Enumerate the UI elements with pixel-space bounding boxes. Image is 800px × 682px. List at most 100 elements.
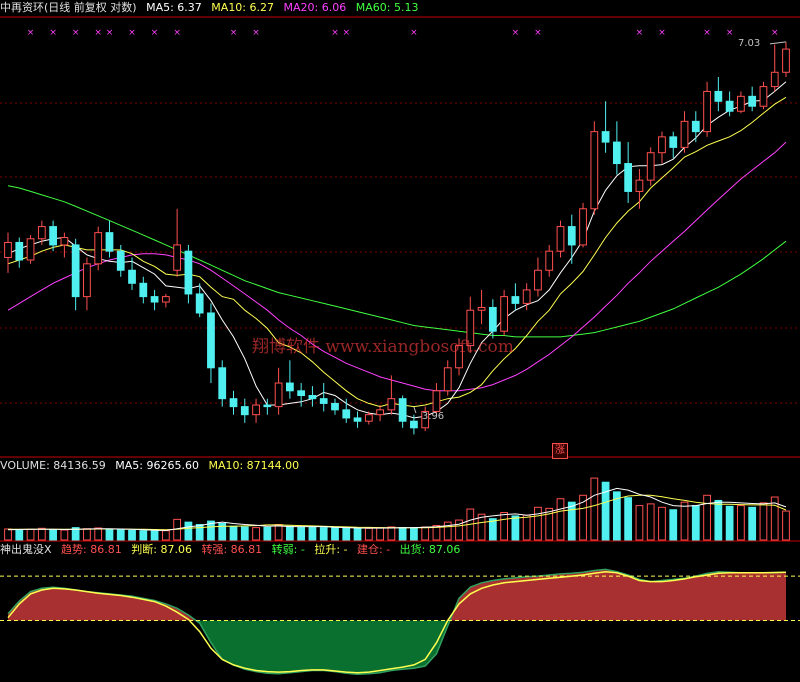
candle-body-10 [116,250,125,271]
candle-body-32 [364,414,373,422]
volume-bar-62 [703,494,711,541]
exit-value: 出货: 87.06 [399,543,461,556]
candle-body-31 [353,417,362,422]
trend-value: 趋势: 86.81 [61,543,122,556]
candle-body-1 [15,241,24,261]
candle-29 [331,398,339,415]
volume-bar-21 [240,526,249,541]
signal-marker-11: × [342,28,350,38]
candle-body-8 [94,232,103,265]
candle-6 [71,238,80,311]
candle-body-64 [725,100,734,112]
candle-55 [624,142,633,203]
volume-bar-34 [387,526,396,541]
candle-31 [353,411,362,428]
candle-body-61 [691,120,700,133]
volume-bar-14 [161,530,170,541]
signal-marker-8: × [230,28,238,38]
volume-bar-44 [500,511,508,541]
candle-body-59 [669,136,678,148]
volume-bar-10 [116,529,125,541]
ma10-value: MA10: 6.27 [211,1,275,14]
volume-bar-49 [556,498,565,541]
candle-2 [26,235,35,264]
candle-body-2 [26,238,35,261]
signal-marker-16: × [658,28,666,38]
candle-60 [680,111,689,153]
candle-34 [387,375,396,415]
candle-67 [759,81,768,110]
candle-body-66 [748,95,757,107]
candlesticks [4,41,790,435]
candle-body-24 [274,382,283,408]
volume-bar-24 [274,524,283,541]
signal-marker-5: × [128,28,136,38]
ma60-line [7,185,787,338]
candle-body-63 [714,90,723,102]
volume-bar-5 [60,529,69,541]
volume-bar-26 [297,526,306,541]
signal-marker-13: × [512,28,520,38]
volume-bar-65 [737,505,745,541]
volume-bar-13 [150,530,159,541]
indicator-header: 神出鬼没X 趋势: 86.81 判断: 87.06 转强: 86.81 转弱: … [0,543,466,557]
candle-58 [658,131,666,164]
candle-48 [545,244,554,277]
rise-badge[interactable]: 涨 [552,443,568,459]
candle-35 [398,395,407,428]
candle-body-28 [319,398,328,404]
candle-body-38 [432,390,441,412]
candle-body-7 [83,263,91,298]
indicator-negative-area [195,620,450,675]
volume-bar-8 [94,527,103,541]
candle-body-45 [511,296,520,304]
candle-26 [297,383,306,407]
candle-1 [15,237,24,268]
candle-69 [782,41,790,78]
candle-body-6 [71,244,80,298]
candle-0 [4,232,12,273]
volume-bar-55 [624,497,633,541]
signal-marker-6: × [151,28,159,38]
annotation-arrow-1 [413,406,417,414]
candle-body-67 [759,86,768,107]
candle-68 [770,44,779,92]
candle-body-39 [443,367,452,392]
candle-body-68 [770,71,779,88]
volume-ma10-value: MA10: 87144.00 [208,459,300,472]
volume-bar-47 [534,506,542,541]
signal-marker-4: × [106,28,114,38]
candle-body-47 [534,269,542,291]
candle-body-58 [658,136,666,154]
candle-body-16 [184,250,193,295]
volume-bar-30 [342,527,351,541]
volume-bar-12 [139,530,148,541]
volume-ma10-line [8,494,787,531]
candle-21 [240,398,249,423]
volume-bar-3 [37,527,46,541]
volume-bar-23 [263,526,272,541]
annotation-label-0: 7.03 [738,38,760,49]
candle-38 [432,383,441,415]
candle-body-0 [4,241,12,258]
volume-panel [4,477,790,541]
volume-ma5-line [7,487,787,532]
volume-bar-56 [635,505,644,541]
candle-24 [274,367,283,415]
volume-ma5-value: MA5: 96265.60 [115,459,199,472]
candle-13 [150,289,159,311]
signal-marker-2: × [72,28,80,38]
signal-marker-12: × [410,28,418,38]
volume-bar-64 [725,505,734,541]
volume-bar-16 [184,521,193,541]
ma5-value: MA5: 6.37 [146,1,202,14]
candle-body-57 [646,152,655,181]
candle-body-48 [545,250,554,271]
candle-body-42 [477,306,486,311]
candle-20 [229,390,238,415]
candle-body-4 [49,226,57,246]
signal-marker-10: × [331,28,339,38]
volume-bar-11 [128,529,136,541]
candle-body-22 [252,404,260,416]
candle-body-62 [703,90,711,133]
